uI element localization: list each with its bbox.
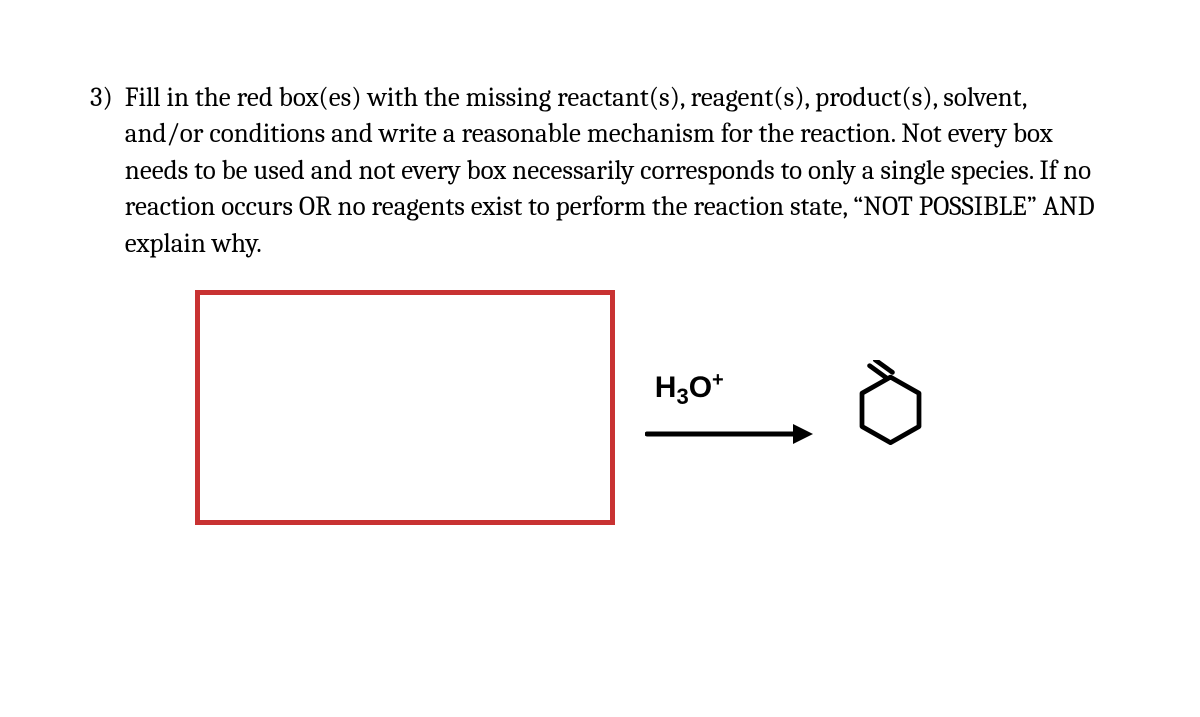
question-number: 3) [90,80,113,116]
product-structure-cyclohexanone-icon [843,360,938,455]
reaction-arrow-block: H3O+ [645,369,815,446]
reaction-scheme: H3O+ [125,290,1110,525]
question-body: Fill in the red box(es) with the missing… [125,80,1110,525]
reagent-subscript: 3 [676,384,688,409]
reagent-base: H [655,371,677,404]
reagent-label: H3O+ [645,369,724,410]
question-text: Fill in the red box(es) with the missing… [125,80,1110,262]
reagent-mid: O [689,371,712,404]
question-container: 3) Fill in the red box(es) with the miss… [90,80,1110,525]
reaction-arrow-icon [645,422,815,446]
reagent-superscript: + [712,369,724,391]
reactant-red-box [195,290,615,525]
